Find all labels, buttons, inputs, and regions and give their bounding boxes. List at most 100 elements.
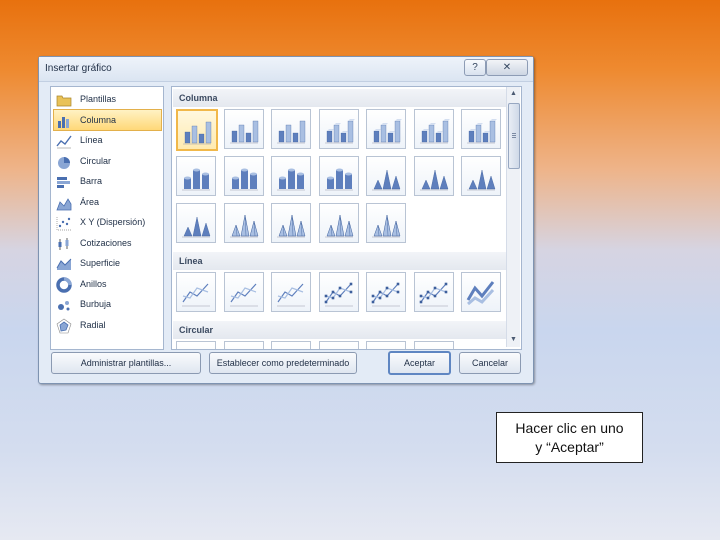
- category-label: Circular: [80, 155, 112, 166]
- 100-stacked-line-icon: [277, 283, 305, 307]
- 3d-exploded-pie-icon: [370, 345, 402, 350]
- chart-thumb-stacked-line[interactable]: [223, 272, 264, 312]
- section-title: Línea: [179, 256, 203, 266]
- scroll-thumb[interactable]: [508, 103, 520, 169]
- chart-thumb-stacked-cylinder[interactable]: [223, 156, 264, 196]
- dialog-titlebar: Insertar gráfico ? ✕: [39, 57, 533, 82]
- 3d-stacked-column-icon: [372, 119, 402, 144]
- chart-thumb-3d-pyramid[interactable]: [366, 203, 406, 243]
- set-default-button[interactable]: Establecer como predeterminado: [209, 352, 357, 374]
- category-item-scatter[interactable]: X Y (Dispersión): [53, 211, 162, 233]
- close-button[interactable]: ✕: [486, 59, 528, 76]
- category-item-surface[interactable]: Superficie: [53, 252, 162, 274]
- stacked-column-icon: [229, 120, 258, 144]
- category-item-folder[interactable]: Plantillas: [53, 88, 162, 110]
- chart-thumb-line[interactable]: [176, 272, 216, 312]
- category-item-column[interactable]: Columna: [53, 108, 162, 131]
- chart-thumb-line-markers[interactable]: [318, 272, 359, 312]
- stacked-line-markers-icon: [371, 282, 400, 307]
- chart-thumb-3d-line[interactable]: [461, 272, 501, 312]
- category-item-area[interactable]: Área: [53, 191, 162, 213]
- scroll-down-arrow[interactable]: ▼: [507, 333, 520, 347]
- chart-thumb-100-stacked-cylinder[interactable]: [271, 156, 311, 196]
- category-item-radar[interactable]: Radial: [53, 314, 162, 336]
- stacked-cone-icon: [419, 169, 448, 191]
- category-item-pie[interactable]: Circular: [53, 150, 162, 172]
- chart-thumb-clustered-cone[interactable]: [366, 156, 406, 196]
- 100-stacked-cylinder-icon: [277, 168, 305, 191]
- chart-thumb-stacked-pyramid[interactable]: [271, 203, 311, 243]
- chart-thumb-3d-cylinder[interactable]: [318, 156, 359, 196]
- category-label: Plantillas: [80, 94, 117, 104]
- 100-stacked-line-markers-icon: [419, 282, 448, 307]
- stacked-cylinder-icon: [229, 168, 258, 191]
- manage-templates-button[interactable]: Administrar plantillas...: [51, 352, 201, 374]
- 3d-pyramid-icon: [372, 214, 401, 238]
- 3d-pie-icon: [228, 345, 260, 350]
- section-title: Columna: [179, 93, 218, 103]
- chart-thumb-3d-100-stacked-column[interactable]: [413, 109, 454, 149]
- section-header-circular: Circular: [173, 321, 506, 339]
- chart-thumb-3d-column[interactable]: [461, 109, 501, 149]
- scroll-up-arrow[interactable]: ▲: [507, 87, 520, 101]
- chart-thumb-100-stacked-line[interactable]: [271, 272, 311, 312]
- chart-thumb-100-stacked-column[interactable]: [271, 109, 311, 149]
- category-item-bubble[interactable]: Burbuja: [53, 293, 162, 315]
- stacked-pyramid-icon: [277, 214, 306, 238]
- category-label: Cotizaciones: [80, 237, 132, 248]
- category-item-stock[interactable]: Cotizaciones: [53, 232, 162, 254]
- category-item-doughnut[interactable]: Anillos: [53, 273, 162, 295]
- chart-thumb-3d-stacked-column[interactable]: [366, 109, 406, 149]
- cancel-button[interactable]: Cancelar: [459, 352, 521, 374]
- clustered-column-icon: [183, 121, 212, 145]
- chart-thumb-3d-pie[interactable]: [223, 341, 264, 350]
- 3d-column-icon: [467, 119, 497, 144]
- 3d-line-icon: [466, 281, 495, 306]
- clustered-cone-icon: [372, 169, 401, 191]
- insert-chart-dialog: Insertar gráfico ? ✕ Plantillas Columna Lí…: [38, 56, 534, 384]
- chart-thumb-stacked-cone[interactable]: [413, 156, 454, 196]
- section-header-linea: Línea: [173, 252, 506, 270]
- chart-thumb-3d-clustered-column[interactable]: [318, 109, 359, 149]
- category-label: Burbuja: [80, 299, 112, 309]
- line-markers-icon: [324, 282, 353, 307]
- category-item-bar[interactable]: Barra: [53, 170, 162, 192]
- chart-thumb-stacked-line-markers[interactable]: [366, 272, 406, 312]
- chart-thumb-3d-exploded-pie[interactable]: [366, 341, 406, 350]
- dialog-title: Insertar gráfico: [45, 63, 112, 74]
- accept-button[interactable]: Aceptar: [388, 351, 451, 375]
- chart-thumb-100-stacked-line-markers[interactable]: [413, 272, 454, 312]
- chart-thumb-100-stacked-cone[interactable]: [461, 156, 501, 196]
- 3d-clustered-column-icon: [324, 119, 355, 144]
- category-item-line[interactable]: Línea: [53, 129, 162, 151]
- instruction-note: Hacer clic en uno y “Aceptar”: [496, 412, 643, 463]
- 3d-cylinder-icon: [324, 168, 353, 191]
- chart-category-list: Plantillas Columna Línea Circular Barra Área X…: [50, 86, 164, 350]
- chart-thumb-bar-of-pie[interactable]: [413, 341, 454, 350]
- gallery-scrollbar[interactable]: ▲ ▼: [506, 87, 520, 347]
- stacked-line-icon: [229, 283, 258, 307]
- section-header-columna: Columna: [173, 89, 506, 107]
- category-label: Radial: [80, 319, 106, 330]
- category-label: Superficie: [80, 258, 121, 268]
- chart-thumb-clustered-cylinder[interactable]: [176, 156, 216, 196]
- 100-stacked-cone-icon: [467, 169, 496, 191]
- chart-thumb-clustered-column[interactable]: [176, 109, 218, 151]
- category-label: Columna: [80, 114, 117, 125]
- chart-thumb-pie-of-pie[interactable]: [271, 341, 311, 350]
- chart-thumb-pie[interactable]: [176, 341, 216, 349]
- chart-type-gallery: Columna Línea Circular: [171, 86, 522, 350]
- 100-stacked-pyramid-icon: [324, 214, 353, 238]
- chart-thumb-exploded-pie[interactable]: [318, 341, 359, 350]
- help-button[interactable]: ?: [464, 59, 486, 76]
- chart-thumb-3d-cone[interactable]: [176, 203, 216, 243]
- 3d-cone-icon: [182, 216, 211, 238]
- chart-thumb-stacked-column[interactable]: [223, 109, 264, 149]
- category-label: Área: [80, 196, 100, 207]
- 3d-100-stacked-column-icon: [419, 119, 450, 144]
- exploded-pie-icon: [323, 345, 355, 350]
- pie-of-pie-icon: [275, 345, 307, 350]
- chart-thumb-clustered-pyramid[interactable]: [223, 203, 264, 243]
- chart-thumb-100-stacked-pyramid[interactable]: [318, 203, 359, 243]
- bar-of-pie-icon: [418, 345, 450, 350]
